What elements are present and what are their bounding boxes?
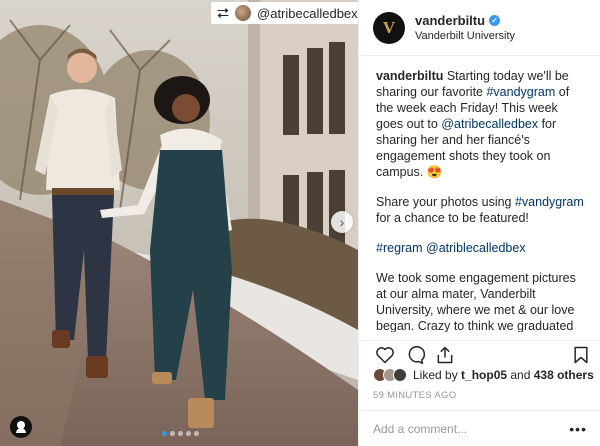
mention-link[interactable]: @atribecalledbex — [441, 117, 538, 131]
hashtag-link[interactable]: #vandygram — [515, 195, 584, 209]
carousel-indicator — [162, 431, 199, 436]
tagged-users-button[interactable] — [10, 416, 32, 438]
liked-by-text: Liked by t_hop05 and 438 others — [413, 368, 594, 382]
caption-paragraph: #regram @atriblecalledbex — [376, 240, 586, 256]
hashtag-link[interactable]: #regram — [376, 241, 423, 255]
mention-link[interactable]: @atriblecalledbex — [426, 241, 526, 255]
post-caption: vanderbiltu Starting today we'll be shar… — [359, 56, 600, 332]
verified-badge-icon: ✓ — [489, 15, 501, 26]
hashtag-link[interactable]: #vandygram — [486, 85, 555, 99]
liker-username-link[interactable]: t_hop05 — [461, 368, 507, 382]
account-username-link[interactable]: vanderbiltu — [415, 13, 485, 28]
carousel-dot — [186, 431, 191, 436]
repost-username: @atribecalledbex — [257, 5, 358, 21]
more-options-icon[interactable]: ••• — [569, 421, 587, 437]
heart-icon[interactable] — [375, 345, 395, 365]
comment-input[interactable]: Add a comment... — [373, 422, 467, 436]
post-header: V vanderbiltu ✓ Vanderbilt University — [359, 0, 600, 56]
carousel-dot — [178, 431, 183, 436]
carousel-dot — [162, 431, 167, 436]
vanderbilt-logo-icon: V — [382, 17, 396, 37]
repost-badge[interactable]: ⮂ @atribecalledbex — [211, 2, 358, 24]
caption-text: Share your photos using — [376, 195, 515, 209]
action-bar — [359, 340, 600, 368]
caption-paragraph: Share your photos using #vandygram for a… — [376, 194, 586, 226]
header-username-row: vanderbiltu ✓ — [415, 13, 515, 28]
liked-by-middle: and — [507, 368, 534, 382]
person-icon — [17, 421, 25, 429]
account-avatar[interactable]: V — [373, 11, 405, 44]
carousel-dot — [194, 431, 199, 436]
repost-avatar — [235, 5, 252, 21]
comment-box: Add a comment... ••• — [359, 410, 600, 446]
liker-avatar[interactable] — [393, 368, 407, 382]
next-image-button[interactable]: › — [331, 211, 353, 233]
carousel-dot — [170, 431, 175, 436]
likes-count-link[interactable]: 438 others — [534, 368, 594, 382]
caption-paragraph: We took some engagement pictures at our … — [376, 271, 576, 332]
likes-summary: Liked by t_hop05 and 438 others — [373, 368, 594, 382]
liker-avatars — [373, 368, 407, 382]
location-link[interactable]: Vanderbilt University — [415, 30, 515, 42]
post-photo[interactable]: ⮂ @atribecalledbex › — [0, 0, 358, 446]
comment-icon[interactable] — [405, 345, 425, 365]
share-icon[interactable] — [435, 345, 455, 365]
repost-icon: ⮂ — [217, 4, 230, 22]
engagement-photo-illustration — [0, 0, 358, 446]
header-text: vanderbiltu ✓ Vanderbilt University — [415, 13, 515, 42]
caption-paragraph: vanderbiltu Starting today we'll be shar… — [376, 68, 586, 180]
liked-by-prefix: Liked by — [413, 368, 462, 382]
caption-text: for a chance to be featured! — [376, 211, 529, 225]
caption-author-link[interactable]: vanderbiltu — [376, 69, 443, 83]
post-timestamp[interactable]: 59 MINUTES AGO — [373, 390, 456, 401]
bookmark-icon[interactable] — [571, 345, 591, 365]
post-details-panel: V vanderbiltu ✓ Vanderbilt University va… — [358, 0, 600, 446]
chevron-right-icon: › — [339, 214, 345, 230]
